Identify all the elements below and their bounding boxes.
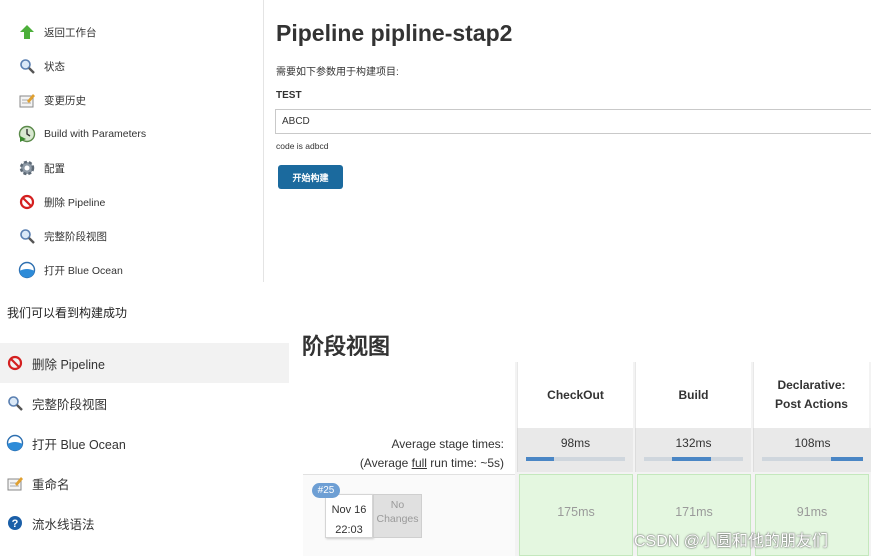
full-run-suffix: run time: ~5s) xyxy=(426,456,504,470)
sidebar-item-label: 删除 Pipeline xyxy=(32,357,105,372)
sidebar-item-delete-pipeline[interactable]: 删除 Pipeline xyxy=(18,191,105,213)
average-stage-times-label: Average stage times: xyxy=(391,437,504,451)
build-parameters-screenshot: 返回工作台 状态 变更历史 Build with Parameters 配置 删… xyxy=(0,0,871,282)
sidebar-item-open-blue-ocean[interactable]: 打开 Blue Ocean xyxy=(18,259,123,281)
avg-cell-build: 132ms xyxy=(635,428,751,472)
stage-result-cell-checkout[interactable]: 175ms xyxy=(519,474,633,556)
blue-ocean-icon xyxy=(6,434,24,452)
sidebar-item-label: 打开 Blue Ocean xyxy=(32,437,126,452)
blue-ocean-icon xyxy=(18,261,36,279)
sidebar-item-changes[interactable]: 变更历史 xyxy=(18,89,86,111)
sidebar-item-pipeline-syntax[interactable]: ? 流水线语法 xyxy=(0,503,289,543)
avg-progress-fill xyxy=(830,457,863,461)
stage-name: Declarative: Post Actions xyxy=(775,378,848,411)
page-title: Pipeline pipline-stap2 xyxy=(276,20,513,46)
bottom-sidebar: 删除 Pipeline 完整阶段视图 打开 Blue Ocean 重命名 ? 流… xyxy=(0,343,289,556)
sidebar-item-delete-pipeline[interactable]: 删除 Pipeline xyxy=(0,343,289,383)
sidebar-item-label: 打开 Blue Ocean xyxy=(44,264,123,277)
build-date-day: Nov 16 xyxy=(331,504,367,516)
avg-stage-time: 108ms xyxy=(794,436,831,450)
sidebar-item-label: 状态 xyxy=(44,60,65,73)
sidebar-item-build-with-parameters[interactable]: Build with Parameters xyxy=(18,123,146,145)
stage-name: CheckOut xyxy=(547,387,604,402)
avg-progress-fill xyxy=(671,457,712,461)
build-description: 需要如下参数用于构建项目: xyxy=(276,67,399,78)
sidebar-item-label: 删除 Pipeline xyxy=(44,196,106,209)
full-run-prefix: (Average xyxy=(359,456,412,470)
help-icon: ? xyxy=(6,514,24,532)
parameter-description: code is adbcd xyxy=(276,141,329,151)
sidebar-item-label: 变更历史 xyxy=(44,94,86,107)
changes-line: No xyxy=(390,499,405,511)
avg-progress-fill xyxy=(526,457,554,461)
sidebar-item-label: 配置 xyxy=(44,162,65,175)
no-entry-icon xyxy=(6,354,24,372)
sidebar-item-configure[interactable]: 配置 xyxy=(18,157,65,179)
full-run-link[interactable]: full xyxy=(412,456,427,470)
sidebar-item-label: 重命名 xyxy=(32,477,70,492)
no-entry-icon xyxy=(18,193,36,211)
parameter-value-input[interactable] xyxy=(275,109,871,134)
changes-line: Changes xyxy=(376,513,419,525)
avg-progress-track xyxy=(526,457,625,461)
build-run-info: Nov 16 22:03 No Changes #25 xyxy=(303,474,515,556)
stage-header-post-actions: Declarative: Post Actions xyxy=(753,362,869,428)
magnifier-icon xyxy=(18,57,36,75)
start-build-button[interactable]: 开始构建 xyxy=(278,165,343,189)
build-date[interactable]: Nov 16 22:03 xyxy=(325,494,373,538)
changes-indicator[interactable]: No Changes xyxy=(373,494,422,538)
sidebar-item-status[interactable]: 状态 xyxy=(18,55,65,77)
article-caption: 我们可以看到构建成功 xyxy=(7,306,128,320)
avg-progress-track xyxy=(644,457,743,461)
stage-header-build: Build xyxy=(635,362,751,428)
magnifier-icon xyxy=(18,227,36,245)
sidebar-item-label: Build with Parameters xyxy=(44,128,147,140)
sidebar-item-label: 返回工作台 xyxy=(44,26,97,39)
stage-header-checkout: CheckOut xyxy=(517,362,633,428)
sidebar-item-label: 完整阶段视图 xyxy=(44,230,107,243)
stage-name: Build xyxy=(678,387,709,402)
clock-play-icon xyxy=(18,125,36,143)
sidebar-item-full-stage-view[interactable]: 完整阶段视图 xyxy=(0,383,289,423)
build-date-time: 22:03 xyxy=(335,524,363,536)
svg-text:?: ? xyxy=(12,518,19,530)
avg-cell-checkout: 98ms xyxy=(517,428,633,472)
stage-view-title: 阶段视图 xyxy=(302,334,391,356)
avg-cell-post-actions: 108ms xyxy=(753,428,871,472)
top-sidebar: 返回工作台 状态 变更历史 Build with Parameters 配置 删… xyxy=(0,0,264,282)
sidebar-item-back-to-dashboard[interactable]: 返回工作台 xyxy=(18,21,97,43)
parameter-name: TEST xyxy=(276,90,302,101)
build-number-badge[interactable]: #25 xyxy=(312,483,340,498)
csdn-watermark: CSDN @小圆和他的朋友们 xyxy=(634,533,829,550)
notepad-icon xyxy=(18,91,36,109)
avg-progress-track xyxy=(762,457,863,461)
sidebar-item-full-stage-view[interactable]: 完整阶段视图 xyxy=(18,225,107,247)
average-full-run-time: (Average full run time: ~5s) xyxy=(360,456,504,470)
sidebar-item-open-blue-ocean[interactable]: 打开 Blue Ocean xyxy=(0,423,289,463)
notepad-icon xyxy=(6,474,24,492)
magnifier-icon xyxy=(6,394,24,412)
avg-stage-time: 98ms xyxy=(560,436,591,450)
sidebar-item-rename[interactable]: 重命名 xyxy=(0,463,289,503)
sidebar-item-label: 完整阶段视图 xyxy=(32,397,108,412)
up-arrow-icon xyxy=(18,23,36,41)
gear-icon xyxy=(18,159,36,177)
sidebar-item-label: 流水线语法 xyxy=(32,517,95,532)
avg-stage-time: 132ms xyxy=(675,436,712,450)
